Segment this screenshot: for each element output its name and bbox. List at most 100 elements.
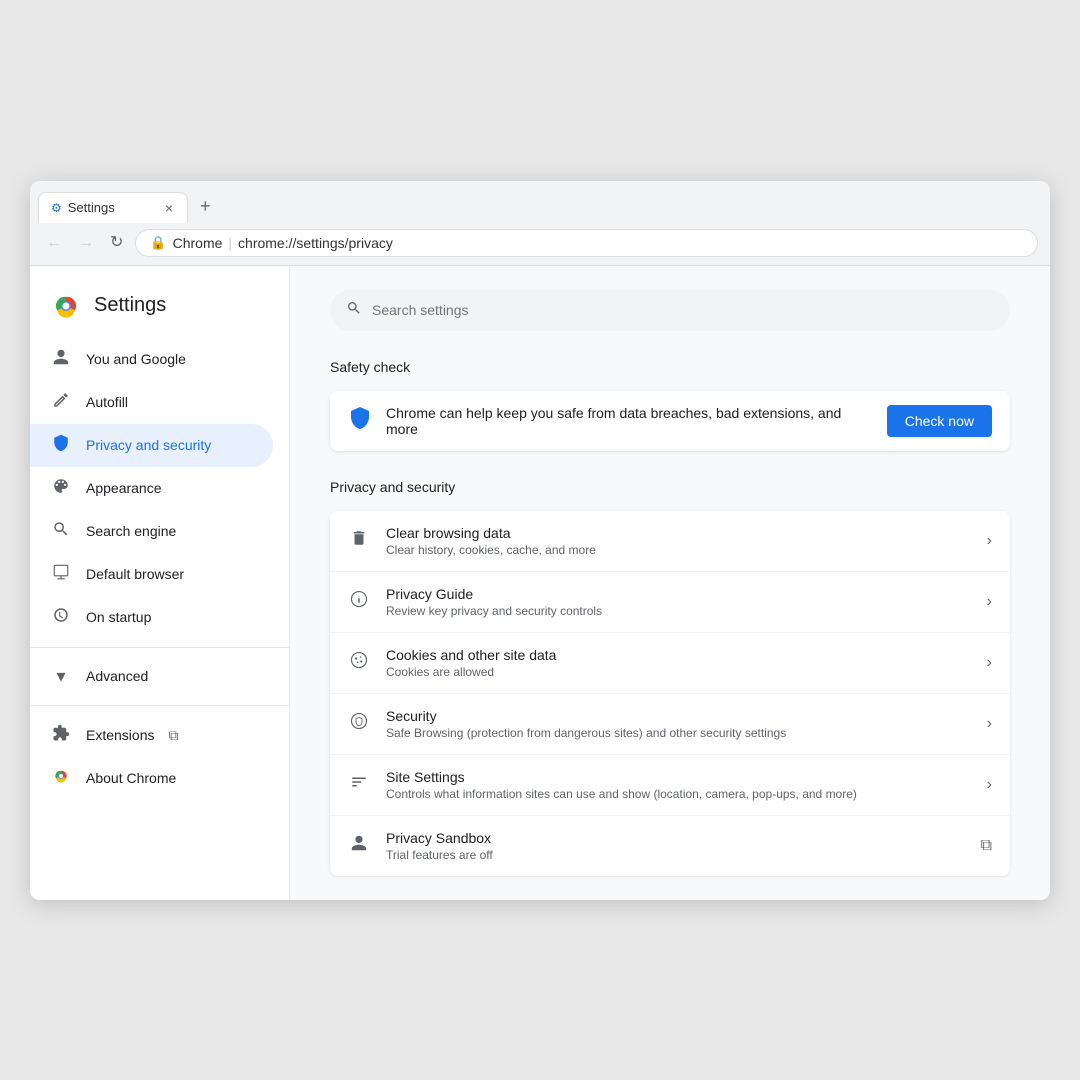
privacy-sandbox-icon	[348, 834, 370, 857]
row-title-privacy-guide: Privacy Guide	[386, 586, 971, 602]
safety-description: Chrome can help keep you safe from data …	[386, 405, 873, 437]
refresh-button[interactable]: ↻	[106, 231, 127, 255]
row-arrow-site-settings: ›	[987, 776, 992, 794]
row-security[interactable]: Security Safe Browsing (protection from …	[330, 694, 1010, 755]
extensions-icon	[50, 724, 72, 747]
search-icon	[346, 300, 362, 321]
sidebar-label-autofill: Autofill	[86, 394, 128, 410]
row-site-settings[interactable]: Site Settings Controls what information …	[330, 755, 1010, 816]
lock-icon: 🔒	[150, 235, 166, 251]
active-tab[interactable]: ⚙ Settings ×	[38, 192, 188, 223]
privacy-guide-icon	[348, 590, 370, 613]
privacy-security-section-title: Privacy and security	[330, 479, 1010, 495]
sidebar-item-extensions[interactable]: Extensions ⧉	[30, 714, 273, 757]
main-content: Safety check Chrome can help keep you sa…	[290, 266, 1050, 900]
row-privacy-guide[interactable]: Privacy Guide Review key privacy and sec…	[330, 572, 1010, 633]
row-arrow-security: ›	[987, 715, 992, 733]
row-arrow-clear-browsing: ›	[987, 532, 992, 550]
row-title-clear-browsing: Clear browsing data	[386, 525, 971, 541]
row-subtitle-cookies: Cookies are allowed	[386, 665, 971, 679]
search-engine-icon	[50, 520, 72, 543]
autofill-icon	[50, 391, 72, 414]
person-icon	[50, 348, 72, 371]
tab-favicon: ⚙	[51, 201, 62, 215]
sidebar-label-appearance: Appearance	[86, 480, 162, 496]
row-subtitle-site-settings: Controls what information sites can use …	[386, 787, 971, 801]
safety-check-title: Safety check	[330, 359, 1010, 375]
row-subtitle-privacy-sandbox: Trial features are off	[386, 848, 965, 862]
search-input[interactable]	[372, 302, 994, 318]
row-content-site-settings: Site Settings Controls what information …	[386, 769, 971, 801]
row-content-privacy-sandbox: Privacy Sandbox Trial features are off	[386, 830, 965, 862]
extensions-external-icon: ⧉	[168, 727, 178, 744]
sidebar-item-search-engine[interactable]: Search engine	[30, 510, 273, 553]
on-startup-icon	[50, 606, 72, 629]
tab-close-button[interactable]: ×	[163, 200, 175, 216]
sidebar: Settings You and Google Autofill Privacy…	[30, 266, 290, 900]
about-chrome-icon	[50, 767, 72, 790]
row-content-clear-browsing: Clear browsing data Clear history, cooki…	[386, 525, 971, 557]
settings-logo: Settings	[30, 282, 289, 338]
cookies-icon	[348, 651, 370, 674]
sidebar-label-about-chrome: About Chrome	[86, 770, 176, 786]
shield-icon	[50, 434, 72, 457]
browser-window: ⚙ Settings × + ← → ↻ 🔒 Chrome | chrome:/…	[30, 181, 1050, 900]
tab-bar: ⚙ Settings × +	[30, 181, 1050, 223]
row-content-cookies: Cookies and other site data Cookies are …	[386, 647, 971, 679]
forward-button[interactable]: →	[74, 231, 98, 255]
row-subtitle-privacy-guide: Review key privacy and security controls	[386, 604, 971, 618]
appearance-icon	[50, 477, 72, 500]
sidebar-label-on-startup: On startup	[86, 609, 151, 625]
row-cookies[interactable]: Cookies and other site data Cookies are …	[330, 633, 1010, 694]
sidebar-label-you-and-google: You and Google	[86, 351, 186, 367]
row-external-privacy-sandbox: ⧉	[981, 837, 992, 855]
sidebar-item-autofill[interactable]: Autofill	[30, 381, 273, 424]
sidebar-label-extensions: Extensions	[86, 727, 154, 743]
sidebar-item-privacy-security[interactable]: Privacy and security	[30, 424, 273, 467]
row-content-security: Security Safe Browsing (protection from …	[386, 708, 971, 740]
sidebar-divider-2	[30, 705, 289, 706]
search-bar[interactable]	[330, 290, 1010, 331]
safety-check-card: Chrome can help keep you safe from data …	[330, 391, 1010, 451]
row-content-privacy-guide: Privacy Guide Review key privacy and sec…	[386, 586, 971, 618]
sidebar-label-privacy-security: Privacy and security	[86, 437, 211, 453]
url-separator: |	[228, 235, 232, 251]
settings-title: Settings	[94, 294, 166, 317]
sidebar-item-appearance[interactable]: Appearance	[30, 467, 273, 510]
row-title-security: Security	[386, 708, 971, 724]
sidebar-item-default-browser[interactable]: Default browser	[30, 553, 273, 596]
row-privacy-sandbox[interactable]: Privacy Sandbox Trial features are off ⧉	[330, 816, 1010, 876]
row-arrow-cookies: ›	[987, 654, 992, 672]
safety-shield-icon	[348, 406, 372, 436]
advanced-expand-icon: ▾	[50, 666, 72, 687]
row-title-privacy-sandbox: Privacy Sandbox	[386, 830, 965, 846]
back-button[interactable]: ←	[42, 231, 66, 255]
chrome-logo	[50, 290, 82, 322]
sidebar-divider	[30, 647, 289, 648]
settings-page: Settings You and Google Autofill Privacy…	[30, 266, 1050, 900]
url-bar[interactable]: 🔒 Chrome | chrome://settings/privacy	[135, 229, 1038, 257]
check-now-button[interactable]: Check now	[887, 405, 992, 437]
address-bar: ← → ↻ 🔒 Chrome | chrome://settings/priva…	[30, 223, 1050, 265]
sidebar-item-on-startup[interactable]: On startup	[30, 596, 273, 639]
sidebar-label-search-engine: Search engine	[86, 523, 176, 539]
site-settings-icon	[348, 773, 370, 796]
row-subtitle-clear-browsing: Clear history, cookies, cache, and more	[386, 543, 971, 557]
sidebar-label-default-browser: Default browser	[86, 566, 184, 582]
url-path: chrome://settings/privacy	[238, 235, 393, 251]
clear-browsing-icon	[348, 529, 370, 552]
tab-label: Settings	[68, 200, 157, 215]
sidebar-item-you-and-google[interactable]: You and Google	[30, 338, 273, 381]
default-browser-icon	[50, 563, 72, 586]
sidebar-advanced-header[interactable]: ▾ Advanced	[30, 656, 273, 697]
new-tab-button[interactable]: +	[190, 189, 221, 223]
security-icon	[348, 712, 370, 735]
row-title-cookies: Cookies and other site data	[386, 647, 971, 663]
browser-chrome: ⚙ Settings × + ← → ↻ 🔒 Chrome | chrome:/…	[30, 181, 1050, 266]
sidebar-item-about-chrome[interactable]: About Chrome	[30, 757, 273, 800]
sidebar-advanced-label: Advanced	[86, 668, 148, 684]
row-title-site-settings: Site Settings	[386, 769, 971, 785]
privacy-security-card: Clear browsing data Clear history, cooki…	[330, 511, 1010, 876]
row-subtitle-security: Safe Browsing (protection from dangerous…	[386, 726, 971, 740]
row-clear-browsing[interactable]: Clear browsing data Clear history, cooki…	[330, 511, 1010, 572]
